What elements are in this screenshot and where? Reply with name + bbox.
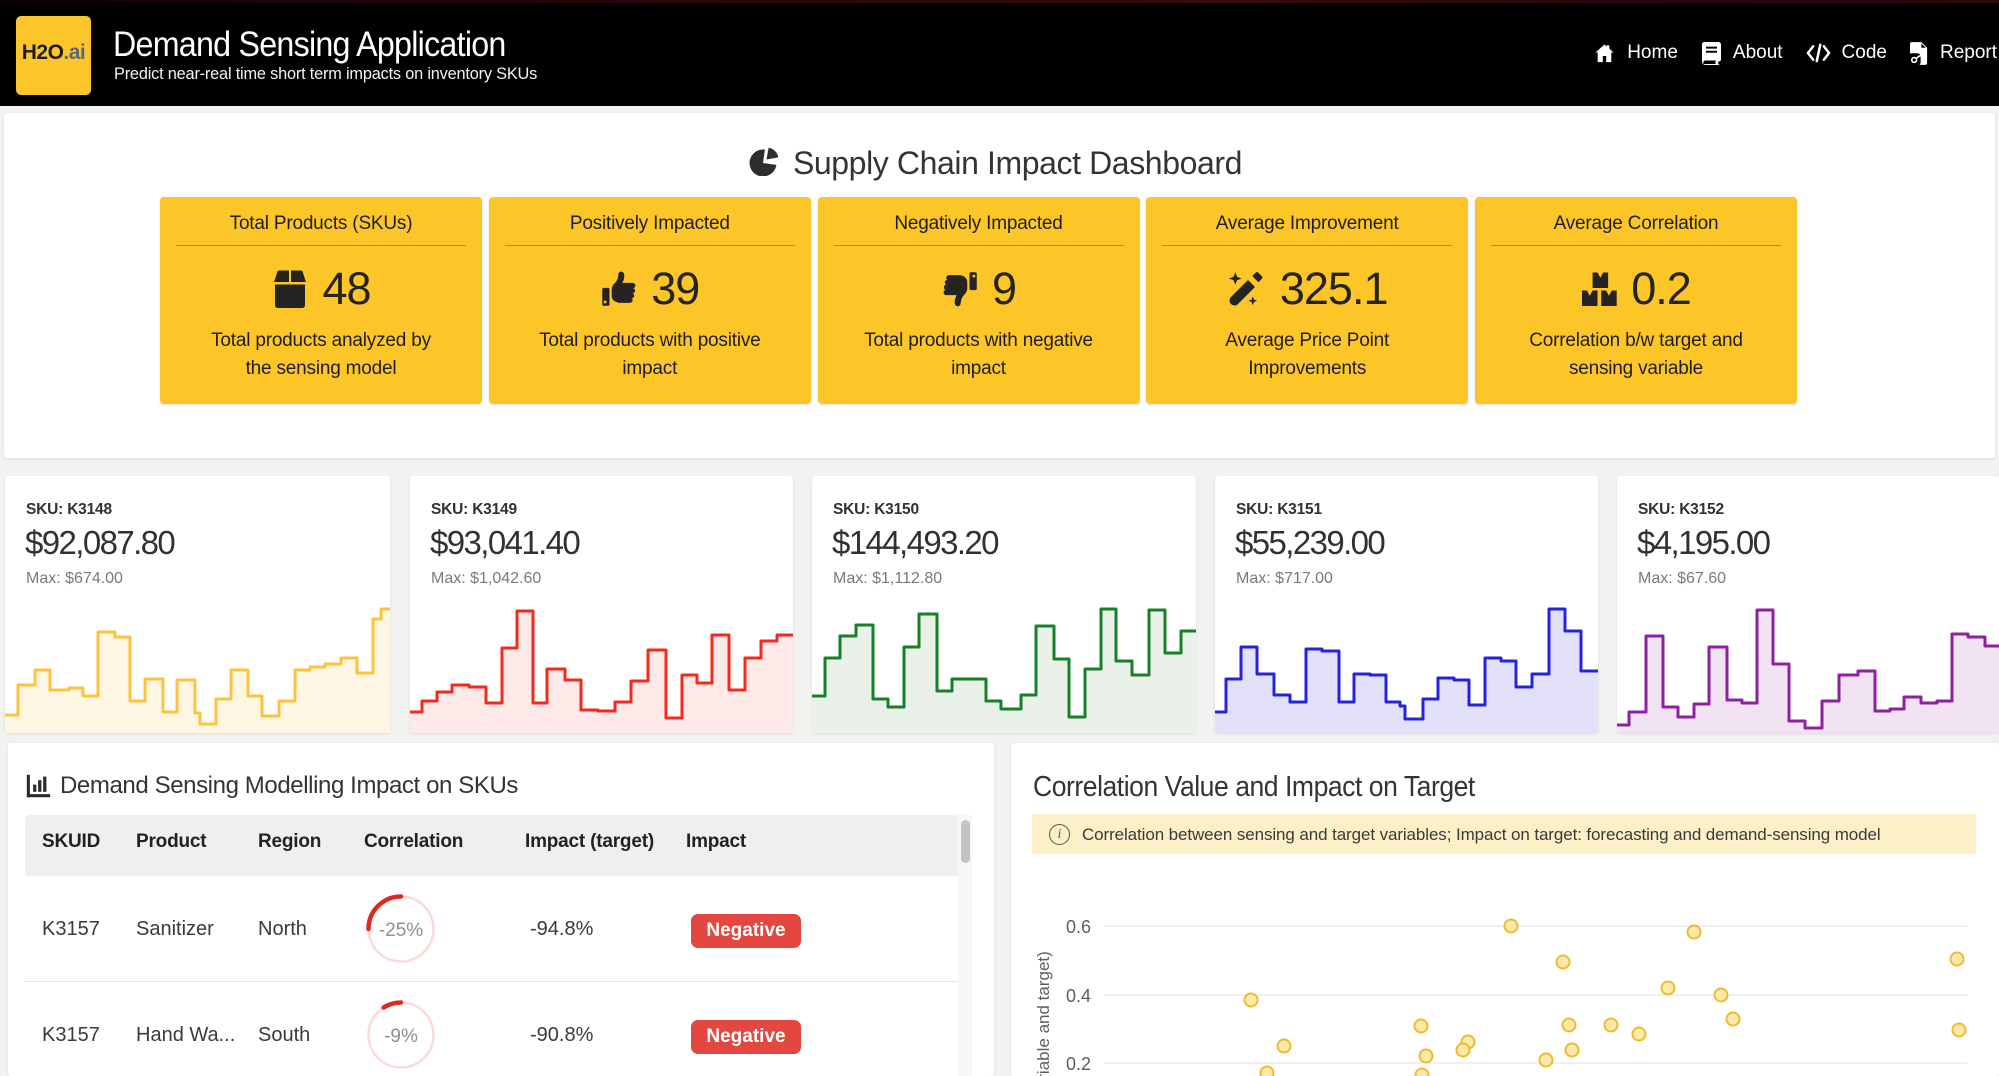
svg-text:0.4: 0.4 bbox=[1066, 986, 1091, 1006]
svg-text:-9%: -9% bbox=[384, 1026, 418, 1047]
svg-text:-25%: -25% bbox=[379, 920, 423, 941]
svg-text:0.2: 0.2 bbox=[1066, 1054, 1091, 1074]
svg-text:0.6: 0.6 bbox=[1066, 917, 1091, 937]
svg-text:sensing variable and target): sensing variable and target) bbox=[1034, 951, 1053, 1076]
